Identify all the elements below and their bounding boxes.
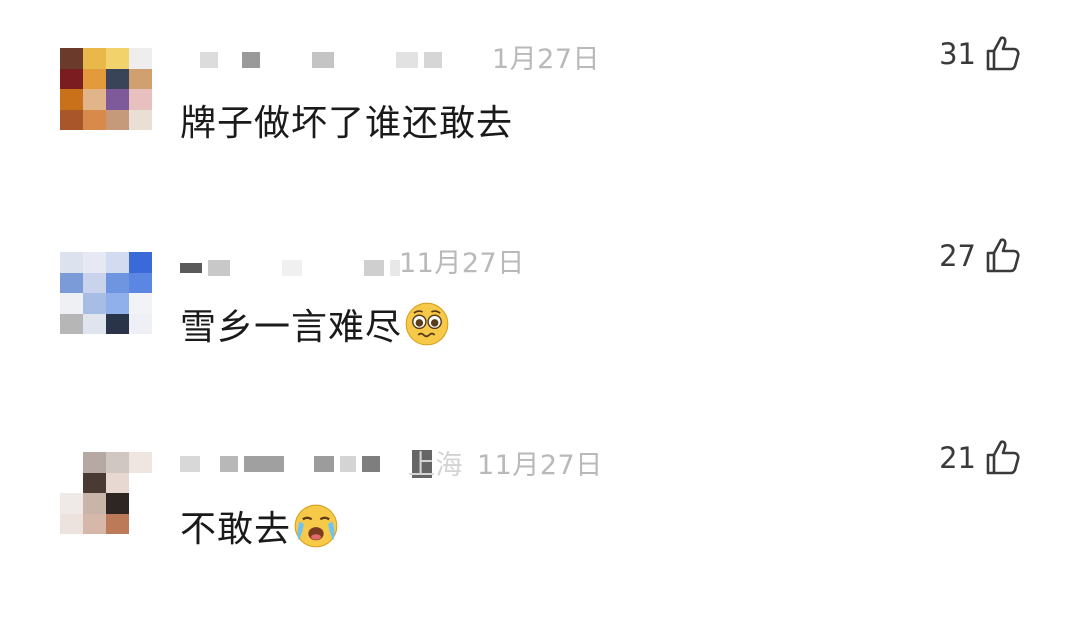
avatar[interactable] [60,252,152,334]
comment-location-date: 上海 11月27日 [408,443,603,482]
username-blurred[interactable] [180,444,438,484]
comment-text: 不敢去 [180,503,339,550]
like-count: 21 [939,441,976,475]
comment-item: 上海 11月27日 不敢去 21 [0,0,1080,550]
like-count: 27 [939,239,976,273]
comment-location: 上海 [408,450,463,481]
like-button[interactable]: 21 [939,438,1022,478]
loudly-crying-face-icon [294,504,338,548]
comment-date: 11月27日 [477,450,603,481]
like-button[interactable]: 27 [939,236,1022,276]
pleading-face-icon [405,302,449,346]
thumbs-up-icon [986,440,1020,475]
comment-text: 雪乡一言难尽 [180,300,450,348]
avatar[interactable] [60,452,152,536]
thumbs-up-icon [986,238,1020,273]
comment-date: 11月27日 [399,248,525,279]
username-blurred[interactable] [180,248,406,288]
